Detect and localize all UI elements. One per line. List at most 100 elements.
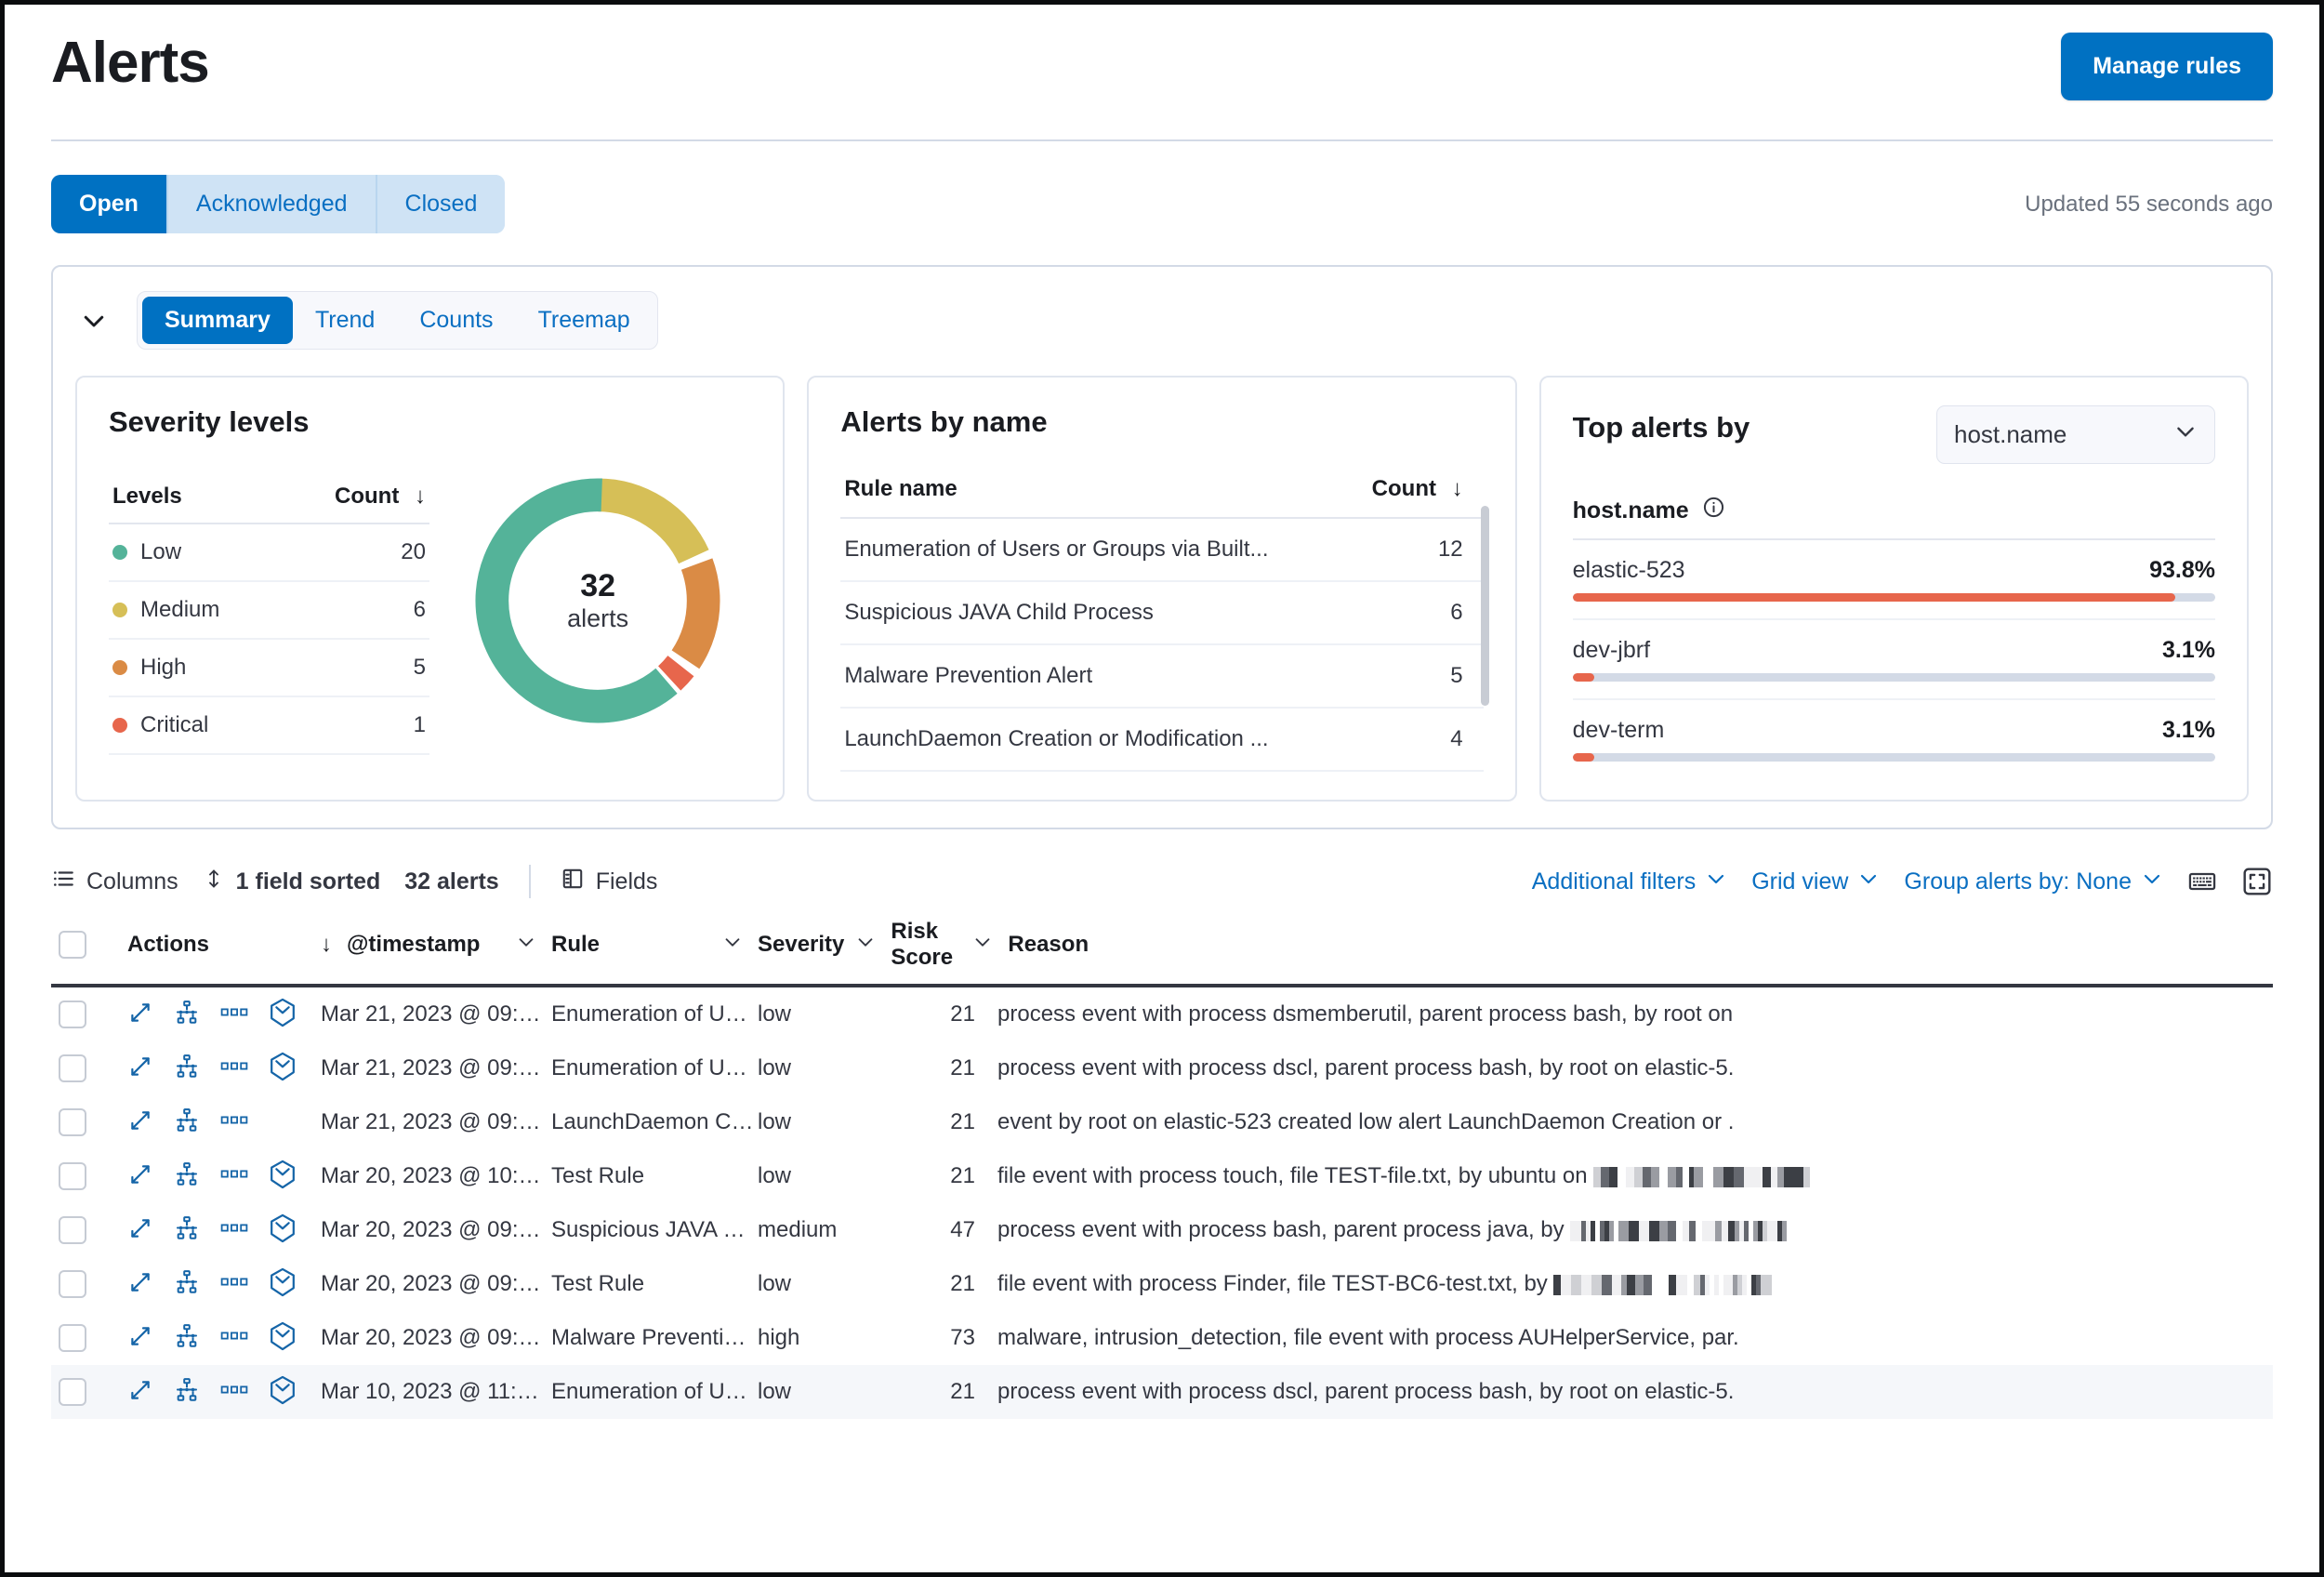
select-all-checkbox[interactable] [59, 931, 86, 959]
session-view-icon[interactable] [269, 1052, 297, 1086]
rule-name-column-header[interactable]: Rule name [840, 467, 1348, 519]
alerts-by-name-scrollbar[interactable] [1480, 506, 1489, 706]
more-actions-icon[interactable] [220, 1275, 248, 1294]
row-select-checkbox[interactable] [59, 1001, 86, 1028]
timestamp-cell: Mar 20, 2023 @ 09:54:05.962 [321, 1217, 551, 1242]
chevron-down-icon [2141, 868, 2163, 896]
chevron-down-icon[interactable] [855, 932, 876, 959]
chevron-down-icon[interactable] [972, 932, 993, 959]
chevron-down-icon[interactable] [516, 932, 536, 959]
alerts-by-name-card: Alerts by name Rule name Count ↓ Enumera… [807, 376, 1517, 802]
table-row[interactable]: Enumeration of Users or Groups via Built… [840, 518, 1484, 582]
expand-icon[interactable] [127, 1000, 153, 1030]
more-actions-icon[interactable] [220, 1005, 248, 1025]
more-actions-icon[interactable] [220, 1059, 248, 1079]
analyzer-icon[interactable] [174, 1323, 200, 1354]
analyzer-icon[interactable] [174, 1377, 200, 1408]
table-row[interactable]: Mar 21, 2023 @ 09:51:38.010LaunchDaemon … [51, 1095, 2273, 1149]
top-alert-bar-item[interactable]: dev-term 3.1% [1572, 700, 2215, 762]
tab-trend[interactable]: Trend [293, 297, 397, 344]
row-select-checkbox[interactable] [59, 1216, 86, 1244]
status-filter-open[interactable]: Open [51, 175, 166, 233]
expand-icon[interactable] [127, 1323, 153, 1354]
session-view-icon[interactable] [269, 1267, 297, 1302]
table-row[interactable]: Mar 21, 2023 @ 09:56:47.220Enumeration o… [51, 987, 2273, 1041]
row-select-checkbox[interactable] [59, 1270, 86, 1298]
rule-column-header[interactable]: Rule [551, 932, 758, 959]
tab-counts[interactable]: Counts [397, 297, 515, 344]
severity-col-levels[interactable]: Levels [109, 474, 282, 524]
chevron-down-icon[interactable] [722, 932, 743, 959]
last-updated-text: Updated 55 seconds ago [2025, 191, 2273, 217]
more-actions-icon[interactable] [220, 1221, 248, 1240]
row-select-checkbox[interactable] [59, 1162, 86, 1190]
additional-filters-button[interactable]: Additional filters [1532, 868, 1727, 896]
row-select-checkbox[interactable] [59, 1108, 86, 1136]
session-view-icon[interactable] [269, 1321, 297, 1356]
fullscreen-icon[interactable] [2241, 866, 2273, 897]
analyzer-icon[interactable] [174, 1269, 200, 1300]
more-actions-icon[interactable] [220, 1329, 248, 1348]
expand-icon[interactable] [127, 1215, 153, 1246]
more-actions-icon[interactable] [220, 1167, 248, 1186]
status-filter-closed[interactable]: Closed [376, 175, 506, 233]
table-row[interactable]: Suspicious JAVA Child Process 6 [840, 581, 1484, 645]
table-row[interactable]: Low 20 [109, 523, 429, 582]
analyzer-icon[interactable] [174, 1000, 200, 1030]
analyzer-icon[interactable] [174, 1215, 200, 1246]
session-view-icon[interactable] [269, 1160, 297, 1194]
more-actions-icon[interactable] [220, 1113, 248, 1133]
sort-fields-button[interactable]: 1 field sorted [203, 867, 380, 897]
row-select-checkbox[interactable] [59, 1378, 86, 1406]
tab-summary[interactable]: Summary [142, 297, 293, 344]
table-row[interactable]: Mar 20, 2023 @ 09:43:38.348Malware Preve… [51, 1311, 2273, 1365]
top-alert-bar-item[interactable]: elastic-523 93.8% [1572, 540, 2215, 602]
timestamp-column-header[interactable]: ↓ @timestamp [321, 932, 551, 959]
keyboard-icon[interactable] [2187, 867, 2217, 896]
manage-rules-button[interactable]: Manage rules [2061, 33, 2273, 100]
status-filter-acknowledged[interactable]: Acknowledged [167, 175, 376, 233]
risk-score-column-header[interactable]: Risk Score [891, 919, 1008, 971]
table-row[interactable]: Malware Prevention Alert 5 [840, 644, 1484, 709]
row-select-checkbox[interactable] [59, 1324, 86, 1352]
fields-button[interactable]: Fields [561, 867, 657, 897]
reason-column-header[interactable]: Reason [1008, 932, 2273, 958]
table-row[interactable]: Mar 10, 2023 @ 11:13:45.792Enumeration o… [51, 1365, 2273, 1419]
severity-donut-chart[interactable]: 32 alerts [458, 461, 737, 740]
table-row[interactable]: Mar 20, 2023 @ 09:54:05.962Suspicious JA… [51, 1203, 2273, 1257]
group-alerts-by-button[interactable]: Group alerts by: None [1904, 868, 2163, 896]
expand-icon[interactable] [127, 1161, 153, 1192]
analyzer-icon[interactable] [174, 1161, 200, 1192]
top-alert-bar-item[interactable]: dev-jbrf 3.1% [1572, 620, 2215, 682]
chevron-down-icon[interactable] [75, 302, 112, 339]
top-alerts-field-select[interactable]: host.name [1935, 405, 2215, 464]
analyzer-icon[interactable] [174, 1054, 200, 1084]
severity-column-header[interactable]: Severity [758, 932, 891, 959]
table-row[interactable]: Medium 6 [109, 581, 429, 640]
expand-icon[interactable] [127, 1107, 153, 1138]
expand-icon[interactable] [127, 1269, 153, 1300]
grid-view-button[interactable]: Grid view [1751, 868, 1880, 896]
table-row[interactable]: LaunchDaemon Creation or Modification ..… [840, 708, 1484, 772]
severity-col-count[interactable]: Count ↓ [281, 474, 429, 524]
severity-count-cell: 20 [281, 523, 429, 582]
rule-count-cell: 4 [1347, 708, 1484, 772]
expand-icon[interactable] [127, 1377, 153, 1408]
count-column-header[interactable]: Count ↓ [1347, 467, 1484, 519]
session-view-icon[interactable] [269, 1213, 297, 1248]
table-row[interactable]: Mar 20, 2023 @ 09:43:44.683Test Rule low 2… [51, 1257, 2273, 1311]
info-circle-icon[interactable] [1702, 496, 1725, 525]
expand-icon[interactable] [127, 1054, 153, 1084]
tab-treemap[interactable]: Treemap [516, 297, 653, 344]
row-select-checkbox[interactable] [59, 1054, 86, 1082]
session-view-icon[interactable] [269, 1375, 297, 1410]
session-view-icon[interactable] [269, 998, 297, 1032]
table-row[interactable]: Mar 20, 2023 @ 10:22:17.795Test Rule low 2… [51, 1149, 2273, 1203]
table-row[interactable]: High 5 [109, 639, 429, 697]
severity-count-cell: 5 [281, 639, 429, 697]
more-actions-icon[interactable] [220, 1383, 248, 1402]
table-row[interactable]: Mar 21, 2023 @ 09:51:44.163Enumeration o… [51, 1041, 2273, 1095]
table-row[interactable]: Critical 1 [109, 696, 429, 755]
analyzer-icon[interactable] [174, 1107, 200, 1138]
columns-button[interactable]: Columns [51, 867, 178, 897]
